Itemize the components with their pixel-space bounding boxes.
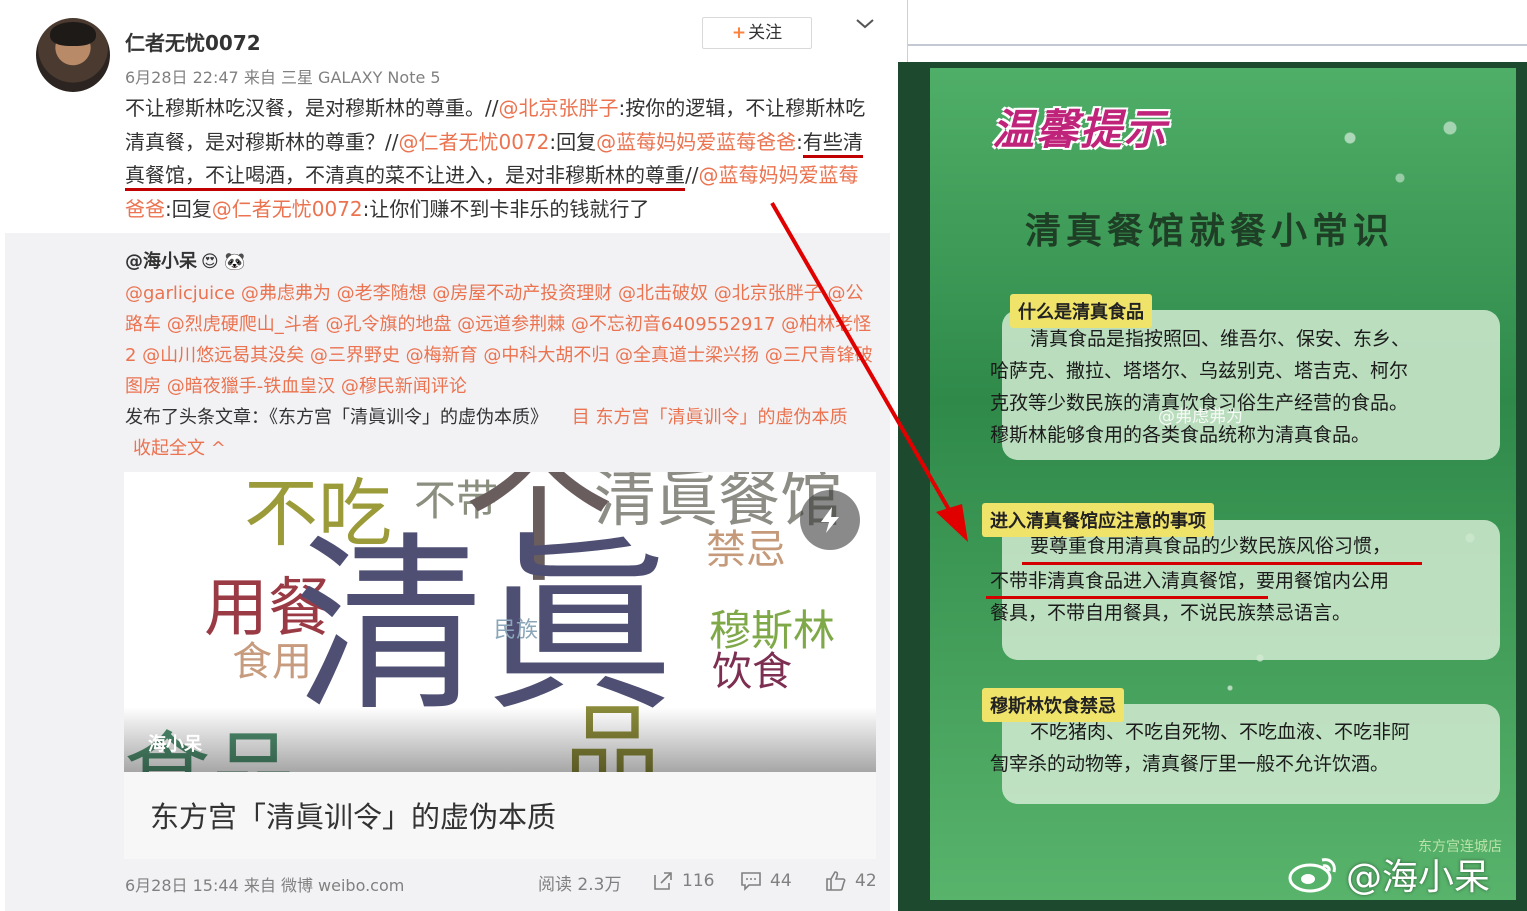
mention-link[interactable]: @蓝莓妈妈爱蓝莓爸爸 [596,130,796,154]
like-button[interactable]: 42 [825,870,877,892]
small-watermark: @弗虑弗为 [1158,407,1243,427]
original-author[interactable]: @海小呆 😍 🐼 [125,247,245,273]
mention-link[interactable]: @北京张胖子 [498,96,618,120]
card-overlay-author: 海小呆 [148,734,202,755]
follow-button[interactable]: + 关注 [702,17,812,49]
comment-icon [741,872,761,891]
weibo-watermark: @海小呆 [1288,848,1490,900]
article-line: 发布了头条文章：《东方宫「清眞训令」的虚伪本质》 目 东方宫「清眞训令」的虚伪本… [125,403,847,429]
thumbs-up-icon [826,871,846,891]
poster-headline: 温馨提示 [992,105,1169,154]
post-text-part: :回复 [549,129,597,154]
browser-background [908,0,1527,62]
article-card[interactable]: 不吃 不带 个 清眞餐馆 禁忌 用餐 清眞 民族 穆斯林 食用 饮食 食品 品 … [124,472,876,859]
cloud-word: 食用 [232,639,312,685]
plus-icon: + [731,23,747,43]
author-emojis: 😍 🐼 [201,252,246,272]
comment-count: 44 [770,871,792,891]
poster: 温馨提示 清真餐馆就餐小常识 什么是清真食品 清真食品是指按照回、维吾尔、保安、… [930,68,1516,900]
post-text-part: :让你们赚不到卡非乐的钱就行了 [362,196,650,221]
cloud-word: 民族 [494,618,539,643]
read-count: 阅读 2.3万 [538,875,622,895]
share-count: 116 [682,871,715,891]
collapse-button[interactable]: 收起全文 ^ [133,434,226,460]
weibo-post: 仁者无忧0072 6月28日 22:47 来自 三星 GALAXY Note 5… [0,0,908,911]
repost-via-label: 来自 [243,876,276,895]
avatar[interactable] [36,18,110,92]
repost-time[interactable]: 6月28日 15:44 [125,876,239,895]
like-count: 42 [855,871,877,891]
post-time[interactable]: 6月28日 22:47 [125,68,239,87]
mention-link[interactable]: @仁者无忧0072 [212,197,363,221]
section-line: 清真食品是指按照回、维吾尔、保安、东乡、 [1030,328,1411,350]
cloud-word: 穆斯林 [709,606,836,655]
section-line: 不吃猪肉、不吃自死物、不吃血液、不吃非阿 [1030,721,1411,743]
weibo-watermark-text: @海小呆 [1346,857,1491,898]
flash-icon[interactable] [800,490,860,550]
image-shade [124,707,876,772]
section-line: 訇宰杀的动物等，清真餐厅里一般不允许饮酒。 [990,753,1390,775]
published-text: 发布了头条文章：《东方宫「清眞训令」的虚伪本质》 [125,407,548,428]
post-device: 三星 GALAXY Note 5 [280,68,441,87]
section-line: 不带非清真食品进入清真餐馆，要用餐馆内公用 [990,570,1390,592]
card-title[interactable]: 东方宫「清眞训令」的虚伪本质 [124,772,876,859]
cloud-word: 饮食 [712,649,792,695]
mentions-list[interactable]: @garlicjuice @弗虑弗为 @老李随想 @房屋不动产投资理财 @北击破… [125,278,880,402]
cloud-word: 禁忌 [706,527,786,573]
share-button[interactable]: 116 [652,870,714,892]
repost-meta: 6月28日 15:44 来自 微博 weibo.com [125,872,404,896]
chevron-down-icon[interactable] [853,12,877,41]
post-text-part: :回复 [165,196,212,221]
original-author-name[interactable]: @海小呆 [125,251,197,272]
section-line: 要尊重食用清真食品的少数民族风俗习惯， [1030,535,1392,557]
post-via-label: 来自 [243,68,276,87]
repost-source: 微博 weibo.com [280,876,405,895]
word-cloud-image: 不吃 不带 个 清眞餐馆 禁忌 用餐 清眞 民族 穆斯林 食用 饮食 食品 品 … [124,472,876,772]
poster-title: 清真餐馆就餐小常识 [1025,210,1395,252]
poster-photo: 温馨提示 清真餐馆就餐小常识 什么是清真食品 清真食品是指按照回、维吾尔、保安、… [898,62,1527,911]
article-link[interactable]: 目 东方宫「清眞训令」的虚伪本质 [572,407,848,428]
comment-button[interactable]: 44 [740,870,792,892]
mention-link[interactable]: @仁者无忧0072 [398,130,549,154]
section-line: 餐具，不带自用餐具，不说民族禁忌语言。 [990,602,1352,624]
weibo-logo-icon [1288,858,1336,893]
post-author-name[interactable]: 仁者无忧0072 [125,27,261,56]
post-meta: 6月28日 22:47 来自 三星 GALAXY Note 5 [125,64,441,88]
post-text-part: 不让穆斯林吃汉餐，是对穆斯林的尊重。// [125,96,499,120]
post-text-part: : [796,129,803,154]
section-line: 哈萨克、撒拉、塔塔尔、乌兹别克、塔吉克、柯尔 [990,360,1409,382]
post-text-part: // [685,163,699,187]
follow-label: 关注 [748,23,783,43]
share-icon [654,872,672,890]
post-text: 不让穆斯林吃汉餐，是对穆斯林的尊重。//@北京张胖子:按你的逻辑，不让穆斯林吃清… [125,92,877,226]
